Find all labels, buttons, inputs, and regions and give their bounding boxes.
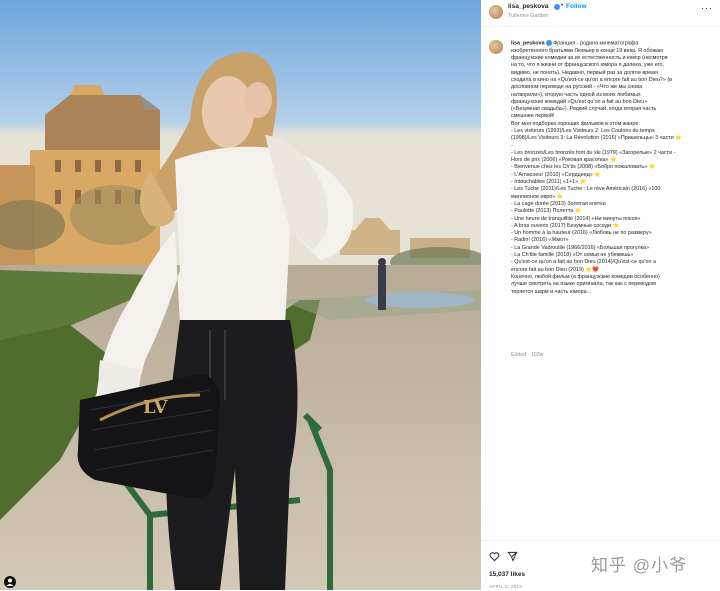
caption-line: - Qu'est-ce qu'on a fait au bon Dieu (20…	[511, 259, 656, 266]
caption-line: Конечно, любой фильм (а французские коме…	[511, 273, 660, 280]
caption-line: теряется шарм и часть юмора...	[511, 288, 592, 295]
caption-line: - Un homme à la hauteur (2016) «Любовь н…	[511, 230, 652, 237]
follow-button[interactable]: Follow	[566, 3, 587, 10]
caption-line: на то, что я жизни от французского юмора…	[511, 62, 665, 69]
photo-scene: LV	[0, 0, 481, 590]
more-options-icon[interactable]: ···	[701, 3, 713, 13]
caption-line: - La Ch'tite famille (2018) «От семьи не…	[511, 252, 634, 259]
watermark: 知乎 @小爷	[591, 556, 687, 575]
caption-line: - La Grande Vadrouille (1966/2016) «Боль…	[511, 244, 650, 251]
profile-icon[interactable]	[4, 576, 16, 588]
caption-line: смешнее первой!	[511, 113, 555, 120]
caption-line: дословном переводе на русский - «Что же …	[511, 84, 643, 91]
caption-line: французские комедии за их естественность…	[511, 55, 668, 62]
post-panel: lisa_peskova • Follow Tuileries Garden ·…	[481, 0, 720, 590]
caption-line: изобретённого братьями Люмьер в конце 19…	[511, 47, 664, 54]
caption-line: - Radin! (2016) «Жмот»	[511, 237, 569, 244]
caption-line: - A bras ouverts (2017) Безумные соседи …	[511, 222, 620, 229]
caption-line: encore fait au bon Dieu (2019) ⭐❤️	[511, 266, 599, 273]
likes-count[interactable]: 15,037 likes	[489, 571, 525, 578]
post-photo[interactable]: LV	[0, 0, 481, 590]
caption-line: французских комедий «Qu'est qu'on a fait…	[511, 98, 648, 105]
caption-line: лучше смотреть на языке оригинала, так к…	[511, 281, 656, 288]
caption-line: - L'Arnacoeur (2010) «Сердцеед» ⭐	[511, 171, 601, 178]
caption-avatar[interactable]	[489, 40, 503, 54]
location-link[interactable]: Tuileries Garden	[508, 13, 548, 19]
post-header: lisa_peskova • Follow Tuileries Garden ·…	[481, 0, 720, 27]
profile-glyph	[6, 578, 14, 586]
caption-line-0: lisa_peskova Франция - родина кинематогр…	[511, 40, 639, 47]
avatar[interactable]	[489, 5, 503, 19]
caption-username[interactable]: lisa_peskova	[511, 40, 545, 46]
caption-line: - Une heure de tranquillité (2014) «Ни м…	[511, 215, 641, 222]
caption-line: - Paulette (2013) Полетта ⭐	[511, 208, 582, 215]
username[interactable]: lisa_peskova	[508, 3, 548, 10]
svg-text:LV: LV	[143, 397, 169, 418]
caption-line: (1998)/Les Visiteurs 3: La Révolution (2…	[511, 135, 682, 142]
caption-line: Вот моя подборка хороших фильмов в этом …	[511, 120, 640, 127]
caption-line: - Les Tuche (2011)/Les Tuche : Le rêve A…	[511, 186, 661, 193]
verified-badge-icon	[554, 4, 560, 10]
heart-icon[interactable]	[489, 551, 500, 562]
caption-line: -	[511, 142, 513, 149]
edited-timestamp: Edited · 103w	[511, 352, 544, 358]
caption: lisa_peskova Франция - родина кинематогр…	[511, 40, 713, 296]
caption-line: миллионов евро» ⭐	[511, 193, 564, 200]
caption-line: - Intouchables (2011) «1+1» ⭐	[511, 179, 587, 186]
separator: •	[561, 3, 564, 9]
caption-line: натворили»), вторую часть одной из моих …	[511, 91, 641, 98]
caption-line: - Bienvenue chez les Ch'tis (2008) «Бобр…	[511, 164, 656, 171]
verified-badge-icon	[545, 40, 552, 46]
post-date: APRIL 2, 2019	[489, 584, 523, 589]
caption-line: видимо, не понять). Недавно, первый раз …	[511, 69, 658, 76]
share-icon[interactable]	[507, 551, 518, 562]
